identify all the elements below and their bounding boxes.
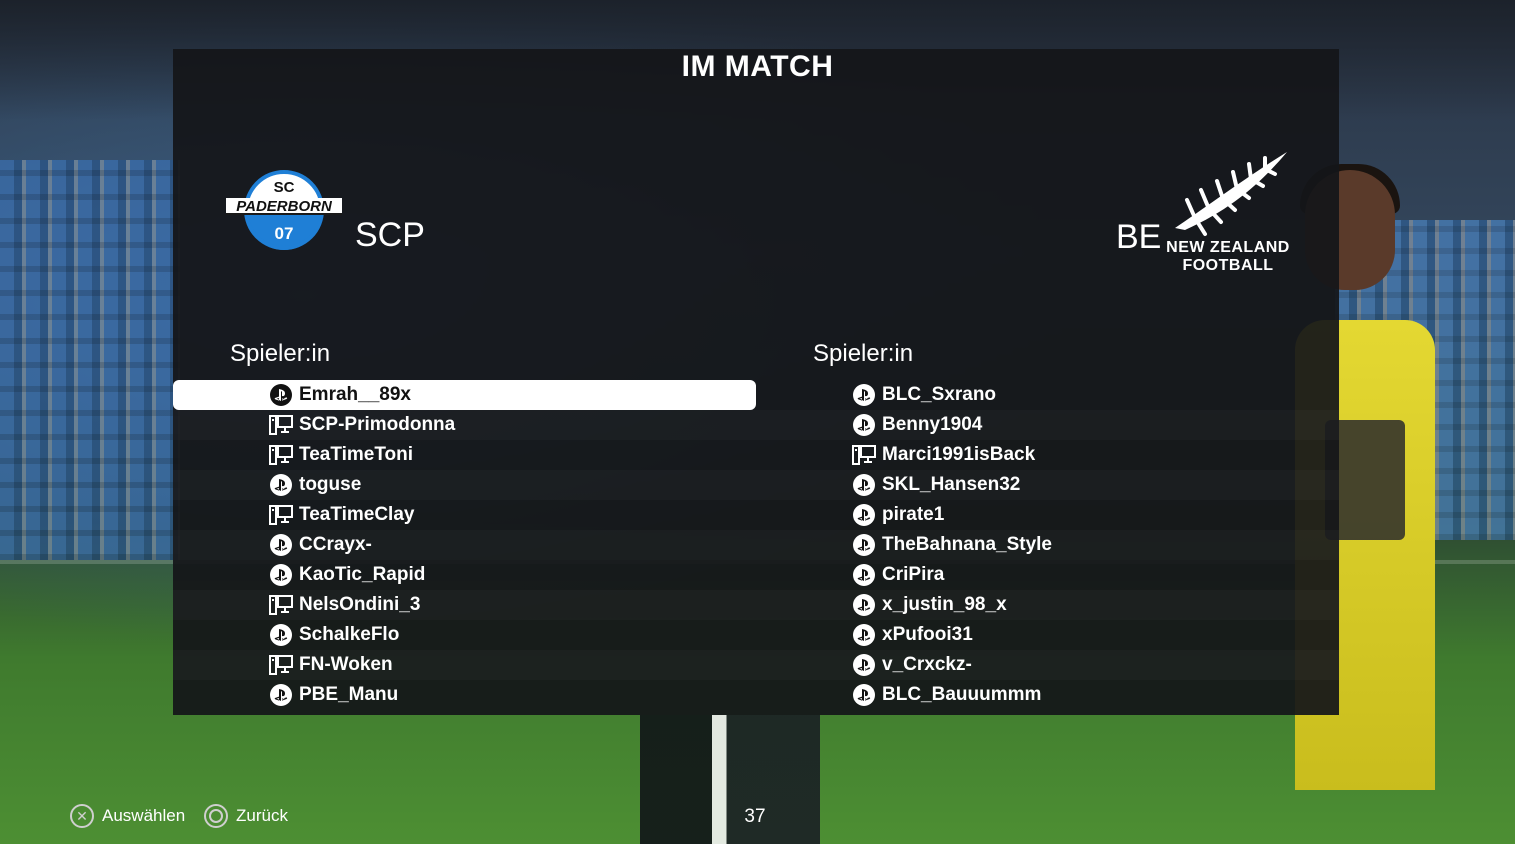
player-row[interactable]: pirate1 [756,500,1339,530]
player-row[interactable]: SchalkeFlo [173,620,756,650]
player-row[interactable]: toguse [173,470,756,500]
player-row[interactable]: TeaTimeClay [173,500,756,530]
playstation-icon [852,473,876,497]
player-row[interactable]: BLC_Bauuummm [756,680,1339,710]
player-name: NelsOndini_3 [299,594,421,615]
player-name: v_Crxckz- [882,654,972,675]
player-name: SCP-Primodonna [299,414,456,435]
player-name: SchalkeFlo [299,624,400,645]
cross-button-icon: ✕ [70,804,94,828]
player-row[interactable]: NelsOndini_3 [173,590,756,620]
home-players-heading: Spieler:in [230,340,331,367]
player-row[interactable]: CCrayx- [173,530,756,560]
circle-button-icon [204,804,228,828]
playstation-icon [852,653,876,677]
playstation-icon [852,533,876,557]
pc-icon [269,503,293,527]
pc-icon [269,593,293,617]
playstation-icon [269,383,293,407]
player-row[interactable]: CriPira [756,560,1339,590]
player-row[interactable]: v_Crxckz- [756,650,1339,680]
player-name: toguse [299,474,362,495]
screen-title: IM MATCH [681,50,834,83]
countdown-timer: 37 [744,806,766,827]
away-players-heading: Spieler:in [813,340,914,367]
player-row[interactable]: TeaTimeToni [173,440,756,470]
player-name: Benny1904 [882,414,983,435]
player-row[interactable]: xPufooi31 [756,620,1339,650]
player-name: BLC_Bauuummm [882,684,1042,705]
player-row[interactable]: Emrah__89x [173,380,756,410]
home-player-list: Emrah__89x SCP-Primodonna TeaTimeToni togus… [173,380,756,710]
playstation-icon [852,503,876,527]
playstation-icon [852,623,876,647]
svg-text:PADERBORN: PADERBORN [236,198,333,215]
pc-icon [852,443,876,467]
player-name: BLC_Sxrano [882,384,997,405]
player-name: TeaTimeClay [299,504,415,525]
playstation-icon [852,563,876,587]
player-name: FN-Woken [299,654,393,675]
player-row[interactable]: PBE_Manu [173,680,756,710]
select-button[interactable]: ✕ Auswählen [70,804,185,828]
player-name: CCrayx- [299,534,372,555]
player-name: Marci1991isBack [882,444,1036,465]
playstation-icon [852,593,876,617]
player-name: TheBahnana_Style [882,534,1052,555]
player-name: KaoTic_Rapid [299,564,426,585]
player-row[interactable]: TheBahnana_Style [756,530,1339,560]
player-name: xPufooi31 [882,624,973,645]
paderborn-crest-icon: SC PADERBORN 07 [226,170,342,250]
home-team-abbreviation: SCP [355,216,425,254]
player-row[interactable]: Benny1904 [756,410,1339,440]
playstation-icon [269,563,293,587]
nz-wordmark-line2: FOOTBALL [1182,257,1274,274]
stadium-stands-left [0,160,180,560]
playstation-icon [852,413,876,437]
player-name: TeaTimeToni [299,444,414,465]
svg-text:SC: SC [274,179,295,196]
playstation-icon [852,383,876,407]
playstation-icon [269,533,293,557]
player-name: Emrah__89x [299,384,411,405]
player-row[interactable]: x_justin_98_x [756,590,1339,620]
player-row[interactable]: FN-Woken [173,650,756,680]
back-button[interactable]: Zurück [204,804,288,828]
away-player-list: BLC_Sxrano Benny1904 Marci1991isBack SKL_Ha… [756,380,1339,710]
pc-icon [269,653,293,677]
pc-icon [269,413,293,437]
away-team-abbreviation: BE [1116,218,1162,256]
player-row[interactable]: KaoTic_Rapid [173,560,756,590]
player-row[interactable]: BLC_Sxrano [756,380,1339,410]
player-row[interactable]: Marci1991isBack [756,440,1339,470]
pc-icon [269,443,293,467]
svg-text:07: 07 [275,224,294,243]
select-button-label: Auswählen [102,806,186,825]
player-name: x_justin_98_x [882,594,1007,615]
player-name: SKL_Hansen32 [882,474,1021,495]
nz-wordmark-line1: NEW ZEALAND [1166,239,1290,256]
playstation-icon [269,623,293,647]
playstation-icon [852,683,876,707]
playstation-icon [269,683,293,707]
player-name: CriPira [882,564,945,585]
back-button-label: Zurück [236,806,288,825]
player-name: PBE_Manu [299,684,399,705]
nz-football-wordmark: NEW ZEALAND FOOTBALL [1158,239,1298,275]
player-row[interactable]: SCP-Primodonna [173,410,756,440]
player-row[interactable]: SKL_Hansen32 [756,470,1339,500]
player-name: pirate1 [882,504,945,525]
playstation-icon [269,473,293,497]
